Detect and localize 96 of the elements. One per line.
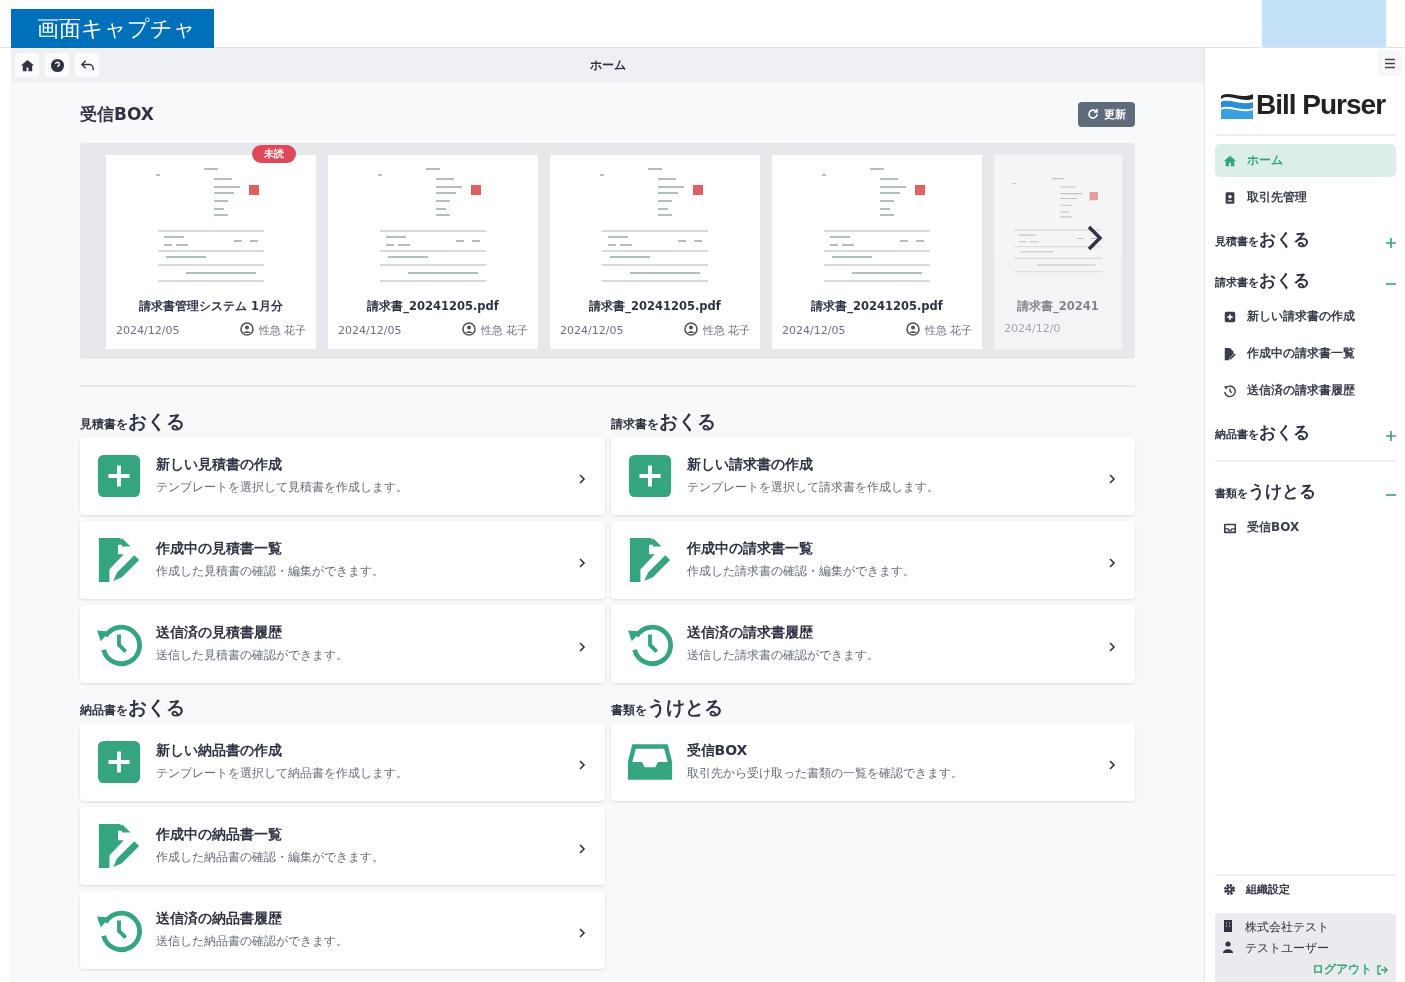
document-pen-icon	[96, 537, 142, 583]
history-icon	[1223, 383, 1237, 398]
logout-icon	[1377, 964, 1388, 975]
menu-icon	[1384, 57, 1396, 69]
card-title: 送信済の請求書履歴	[686, 624, 814, 642]
card-title: 受信BOX	[686, 742, 749, 760]
card-title: 新しい見積書の作成	[156, 456, 283, 474]
user-avatar-icon	[905, 322, 920, 339]
document-pen-icon	[1223, 346, 1237, 361]
document-date: 2024/12/05	[116, 324, 180, 337]
card-title: 送信済の納品書履歴	[156, 910, 283, 928]
section-heading: 請求書をおくる	[610, 409, 717, 431]
document-card[interactable]: 請求書_20241205.pdf 2024/12/05 性急 花子	[328, 155, 538, 349]
unread-badge: 未読	[252, 145, 296, 163]
card-title: 新しい納品書の作成	[156, 742, 283, 760]
card-description: 作成した見積書の確認・編集ができます。	[156, 563, 385, 580]
menu-card[interactable]: 新しい納品書の作成 テンプレートを選択して納品書を作成します。	[80, 723, 605, 801]
page-title: ホーム	[589, 57, 626, 72]
document-title: 請求書_20241205.pdf	[366, 299, 500, 314]
nav-item[interactable]: 取引先管理	[1215, 181, 1396, 214]
home-icon	[1223, 153, 1237, 168]
menu-card[interactable]: 送信済の見積書履歴 送信した見積書の確認ができます。	[80, 605, 605, 683]
refresh-icon	[1087, 108, 1099, 120]
card-title: 作成中の請求書一覧	[686, 540, 814, 558]
card-description: テンプレートを選択して請求書を作成します。	[686, 479, 940, 496]
nav-item[interactable]: 受信BOX	[1215, 511, 1396, 544]
section-title: 受信BOX	[80, 102, 154, 126]
card-title: 送信済の見積書履歴	[156, 624, 283, 642]
document-card[interactable]: 請求書_20241 2024/12/0	[994, 155, 1122, 349]
nav-section-toggle[interactable]: 書類を うけとる	[1215, 472, 1396, 509]
document-user: 性急 花子	[480, 323, 528, 338]
plus-square-icon	[626, 453, 673, 499]
settings-link[interactable]: 組織設定	[1223, 882, 1290, 897]
nav-item[interactable]: 作成中の請求書一覧	[1215, 337, 1396, 370]
menu-card[interactable]: 新しい請求書の作成 テンプレートを選択して請求書を作成します。	[610, 437, 1135, 515]
section-heading: 見積書をおくる	[80, 409, 186, 431]
card-title: 新しい請求書の作成	[686, 456, 814, 474]
user-avatar-icon	[239, 322, 254, 339]
card-title: 作成中の見積書一覧	[156, 540, 283, 558]
refresh-button[interactable]: 更新	[1078, 101, 1135, 127]
card-description: 送信した請求書の確認ができます。	[686, 647, 880, 664]
menu-card[interactable]: 作成中の納品書一覧 作成した納品書の確認・編集ができます。	[80, 807, 605, 885]
nav-section-toggle[interactable]: 納品書をおくる	[1215, 413, 1396, 450]
card-description: テンプレートを選択して納品書を作成します。	[156, 765, 409, 782]
user-avatar-icon	[683, 322, 698, 339]
document-date: 2024/12/05	[782, 324, 846, 337]
document-user: 性急 花子	[924, 323, 972, 338]
card-description: テンプレートを選択して見積書を作成します。	[156, 479, 409, 496]
menu-card[interactable]: 受信BOX 取引先から受け取った書類の一覧を確認できます。	[610, 723, 1135, 801]
home-button[interactable]	[15, 53, 39, 77]
section-heading: 納品書をおくる	[80, 695, 186, 717]
back-arrow-button[interactable]	[75, 53, 99, 77]
nav-item[interactable]: 送信済の請求書履歴	[1215, 374, 1396, 407]
document-date: 2024/12/05	[338, 324, 402, 337]
plus-square-icon	[96, 739, 142, 785]
nav-section-toggle[interactable]: 請求書をおくる	[1215, 261, 1396, 298]
menu-card[interactable]: 新しい見積書の作成 テンプレートを選択して見積書を作成します。	[80, 437, 605, 515]
user-name: テストユーザー	[1245, 940, 1329, 957]
user-icon	[1223, 941, 1233, 956]
caption-label: 画面キャプチャ	[11, 9, 214, 48]
plus-icon	[1223, 309, 1237, 324]
document-user: 性急 花子	[258, 323, 306, 338]
document-title: 請求書_20241205.pdf	[588, 299, 722, 314]
document-title: 請求書管理システム 1月分	[138, 299, 284, 314]
menu-card[interactable]: 送信済の請求書履歴 送信した請求書の確認ができます。	[610, 605, 1135, 683]
document-card[interactable]: 請求書_20241205.pdf 2024/12/05 性急 花子	[772, 155, 982, 349]
card-description: 作成した請求書の確認・編集ができます。	[686, 563, 916, 580]
user-avatar-icon	[461, 322, 476, 339]
menu-card[interactable]: 作成中の請求書一覧 作成した請求書の確認・編集ができます。	[610, 521, 1135, 599]
plus-square-icon	[96, 453, 142, 499]
home-icon	[19, 57, 35, 73]
nav-item[interactable]: 新しい請求書の作成	[1215, 300, 1396, 333]
building-icon	[1223, 920, 1233, 935]
menu-button[interactable]	[1378, 50, 1402, 76]
logo: Bill Purser	[1220, 86, 1396, 124]
card-description: 作成した納品書の確認・編集ができます。	[156, 849, 385, 866]
card-description: 送信した見積書の確認ができます。	[156, 647, 349, 664]
card-title: 作成中の納品書一覧	[156, 826, 283, 844]
help-button[interactable]	[45, 53, 69, 77]
card-description: 取引先から受け取った書類の一覧を確認できます。	[686, 765, 964, 782]
document-user: 性急 花子	[702, 323, 750, 338]
nav-section-toggle[interactable]: 見積書をおくる	[1215, 220, 1396, 257]
company-name: 株式会社テスト	[1245, 919, 1329, 936]
contact-card-icon	[1223, 190, 1237, 205]
document-pen-icon	[96, 823, 142, 869]
document-date: 2024/12/05	[560, 324, 624, 337]
card-description: 送信した納品書の確認ができます。	[156, 933, 349, 950]
settings-icon	[1223, 883, 1236, 896]
help-icon	[49, 57, 65, 73]
menu-card[interactable]: 作成中の見積書一覧 作成した見積書の確認・編集ができます。	[80, 521, 605, 599]
document-title: 請求書_20241	[1016, 299, 1100, 314]
menu-card[interactable]: 送信済の納品書履歴 送信した納品書の確認ができます。	[80, 891, 605, 969]
document-title: 請求書_20241205.pdf	[810, 299, 944, 314]
document-card[interactable]: 請求書_20241205.pdf 2024/12/05 性急 花子	[550, 155, 760, 349]
document-date: 2024/12/0	[1004, 322, 1061, 335]
section-heading: 書類を うけとる	[610, 695, 724, 717]
